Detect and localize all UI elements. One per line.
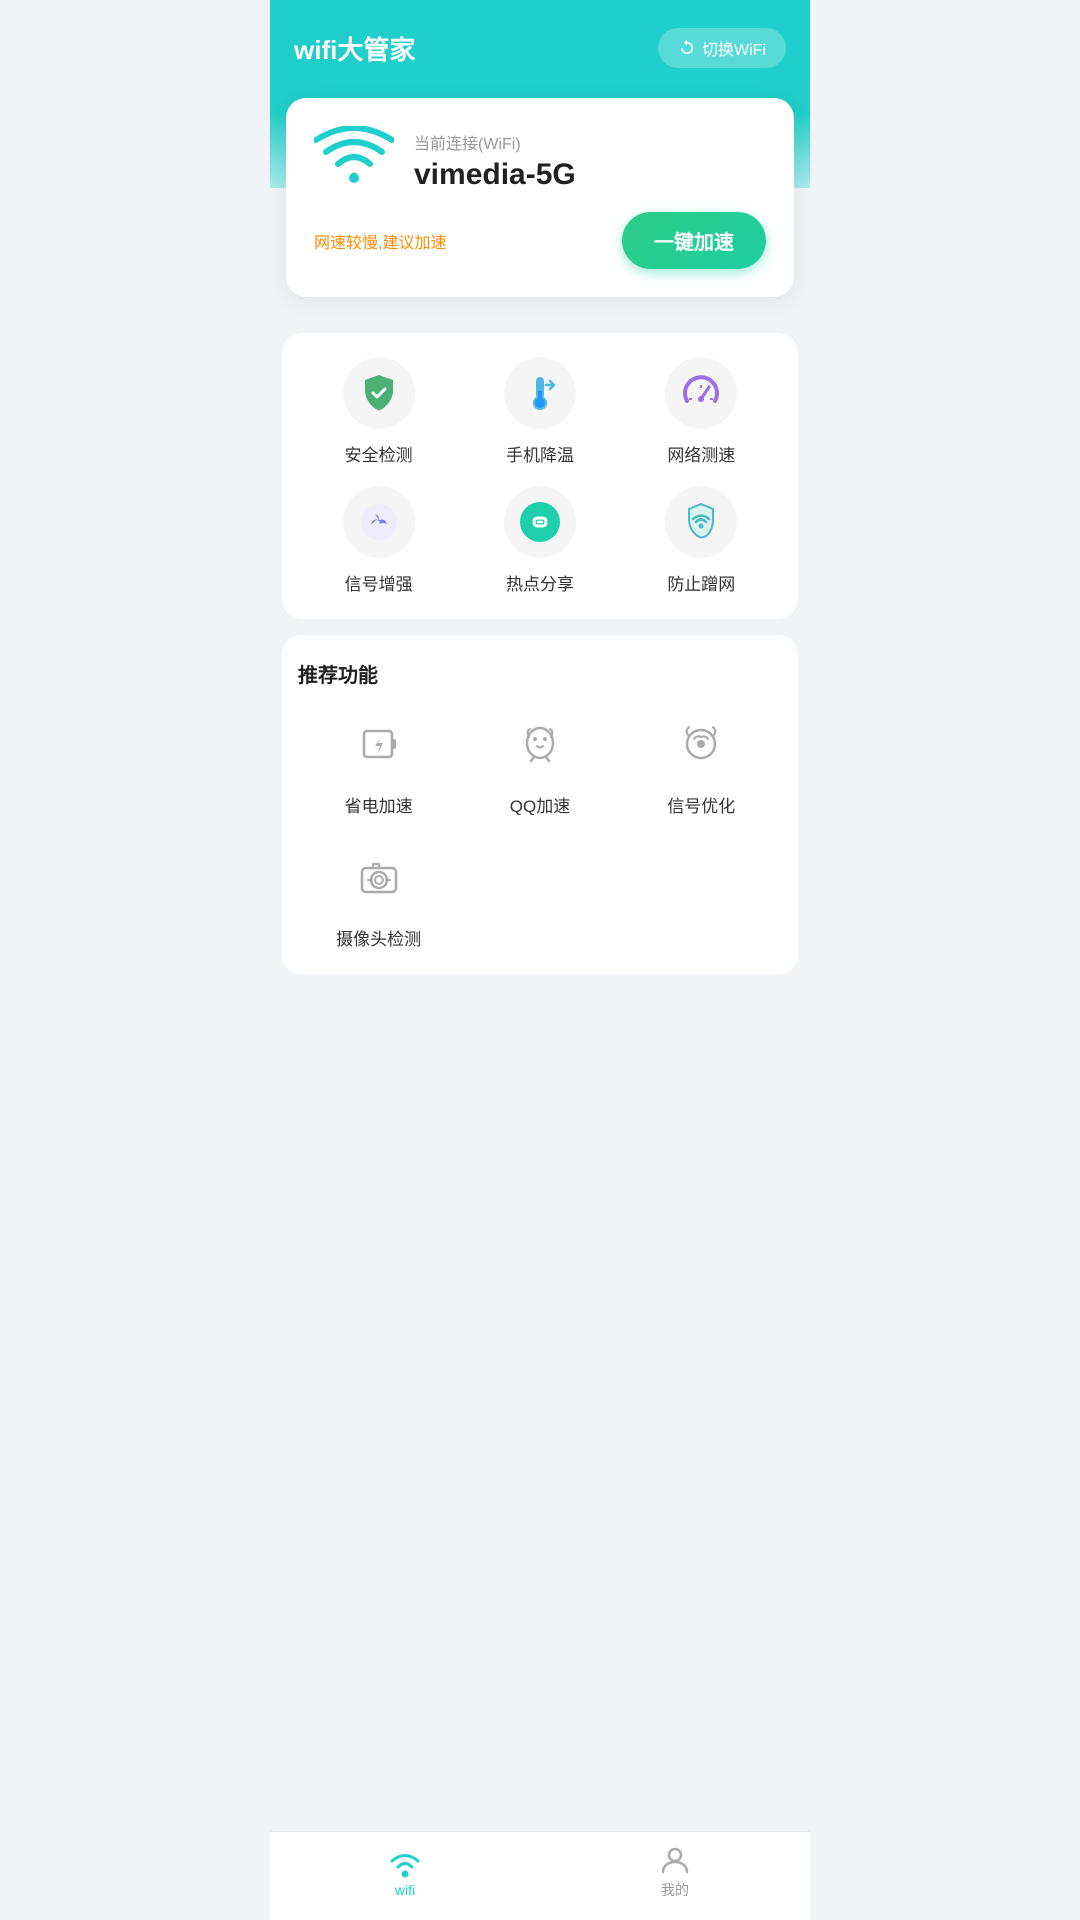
connected-card: 当前连接(WiFi) vimedia-5G 网速较慢,建议加速 一键加速 [286,98,794,297]
cooling-icon-wrap [504,357,576,429]
feature-section: 安全检测 手机降温 [282,333,798,619]
boost-button[interactable]: 一键加速 [622,212,766,269]
card-bottom-row: 网速较慢,建议加速 一键加速 [314,212,766,269]
recommend-item-signal-optimize[interactable]: 信号优化 [621,708,782,817]
recommend-grid: 省电加速 [298,708,782,950]
wifi-info-row: 当前连接(WiFi) vimedia-5G [314,126,766,196]
camera-detect-label: 摄像头检测 [336,925,421,950]
app-title: wifi大管家 [294,30,415,67]
switch-wifi-label: 切换WiFi [702,36,766,60]
battery-save-icon [343,708,415,780]
switch-wifi-button[interactable]: 切换WiFi [658,28,786,68]
qq-boost-icon [504,708,576,780]
security-icon-wrap [343,357,415,429]
speedtest-icon-wrap [665,357,737,429]
header-top: wifi大管家 切换WiFi [294,28,786,68]
connected-label: 当前连接(WiFi) [414,130,766,154]
main-content: 当前连接(WiFi) vimedia-5G 网速较慢,建议加速 一键加速 安全检… [270,188,810,1090]
wifi-text-block: 当前连接(WiFi) vimedia-5G [414,130,766,192]
qq-boost-label: QQ加速 [510,792,570,817]
feature-item-security[interactable]: 安全检测 [298,357,459,466]
hotspot-icon-wrap [504,486,576,558]
anti-sponge-icon-wrap [665,486,737,558]
anti-sponge-label: 防止蹭网 [667,570,735,595]
feature-item-hotspot[interactable]: 热点分享 [459,486,620,595]
wifi-signal-icon [314,126,394,196]
feature-item-speedtest[interactable]: 网络测速 [621,357,782,466]
bottom-nav: wifi 我的 [270,1831,810,1920]
ssid-name: vimedia-5G [414,158,766,192]
speedtest-label: 网络测速 [667,441,735,466]
feature-item-anti-sponge[interactable]: 防止蹭网 [621,486,782,595]
nav-item-mine[interactable]: 我的 [540,1844,810,1900]
recommend-item-camera-detect[interactable]: 摄像头检测 [298,841,459,950]
recommend-item-battery-save[interactable]: 省电加速 [298,708,459,817]
camera-detect-icon [343,841,415,913]
recommend-item-qq-boost[interactable]: QQ加速 [459,708,620,817]
cooling-label: 手机降温 [506,441,574,466]
signal-boost-icon-wrap [343,486,415,558]
signal-optimize-icon [665,708,737,780]
nav-item-wifi[interactable]: wifi [270,1846,540,1898]
recommend-section: 推荐功能 省电加速 [282,635,798,974]
feature-item-signal-boost[interactable]: 信号增强 [298,486,459,595]
nav-mine-label: 我的 [661,1880,689,1900]
feature-grid: 安全检测 手机降温 [298,357,782,595]
hotspot-label: 热点分享 [506,570,574,595]
recommend-title: 推荐功能 [298,659,782,688]
nav-wifi-label: wifi [395,1882,415,1898]
feature-item-cooling[interactable]: 手机降温 [459,357,620,466]
security-label: 安全检测 [345,441,413,466]
slow-speed-text: 网速较慢,建议加速 [314,229,446,253]
signal-optimize-label: 信号优化 [667,792,735,817]
battery-save-label: 省电加速 [345,792,413,817]
signal-boost-label: 信号增强 [345,570,413,595]
